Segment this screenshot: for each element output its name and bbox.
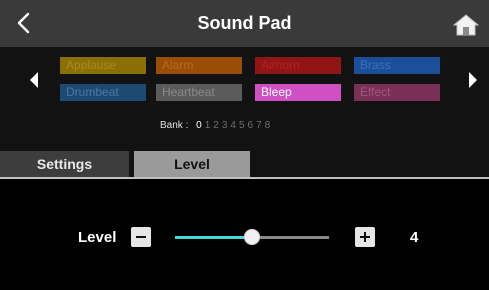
bank-number-8[interactable]: 8 <box>265 120 271 131</box>
minus-icon <box>136 236 146 238</box>
bank-selector: Bank : 012345678 <box>160 119 273 133</box>
sound-pad-heartbeat[interactable]: Heartbeat <box>156 84 242 101</box>
level-slider-thumb[interactable] <box>244 229 260 245</box>
plus-icon-vertical <box>364 232 366 242</box>
tab-level[interactable]: Level <box>134 151 250 178</box>
bank-number-2[interactable]: 2 <box>213 120 219 131</box>
sound-pad-alarm[interactable]: Alarm <box>156 57 242 74</box>
bank-number-1[interactable]: 1 <box>205 120 211 131</box>
sound-pad-drumbeat[interactable]: Drumbeat <box>60 84 146 101</box>
previous-page-arrow-icon[interactable] <box>27 70 41 90</box>
tab-settings[interactable]: Settings <box>0 151 129 178</box>
level-increase-button[interactable] <box>355 227 375 247</box>
sound-pad-brass[interactable]: Brass <box>354 57 440 74</box>
bank-label: Bank : <box>160 120 189 131</box>
sound-pad-applause[interactable]: Applause <box>60 57 146 74</box>
back-chevron-icon[interactable] <box>12 11 36 35</box>
bank-number-5[interactable]: 5 <box>239 120 245 131</box>
next-page-arrow-icon[interactable] <box>466 70 480 90</box>
bank-number-4[interactable]: 4 <box>230 120 236 131</box>
bank-number-3[interactable]: 3 <box>222 120 228 131</box>
level-decrease-button[interactable] <box>131 227 151 247</box>
sound-pad-airhorn[interactable]: Airhorn <box>255 57 341 74</box>
bank-number-0[interactable]: 0 <box>196 120 202 131</box>
level-value: 4 <box>410 229 419 246</box>
level-label: Level <box>78 229 117 246</box>
bank-number-6[interactable]: 6 <box>248 120 254 131</box>
home-icon[interactable] <box>453 13 479 37</box>
level-slider-fill <box>175 236 252 239</box>
sound-pad-bleep[interactable]: Bleep <box>255 84 341 101</box>
bank-number-7[interactable]: 7 <box>256 120 262 131</box>
sound-pad-effect[interactable]: Effect <box>354 84 440 101</box>
page-title: Sound Pad <box>197 13 292 33</box>
